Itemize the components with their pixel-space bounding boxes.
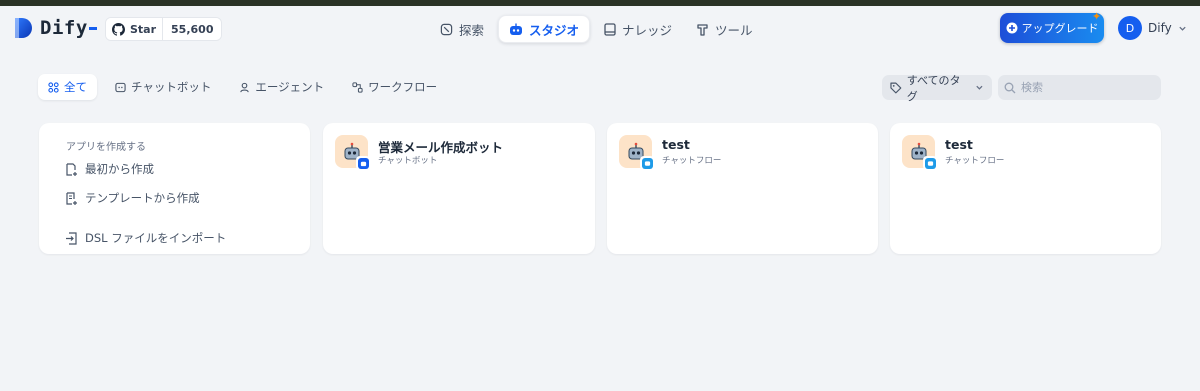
- app-name: test: [662, 137, 690, 152]
- nav-studio[interactable]: スタジオ: [498, 15, 591, 43]
- create-from-template-label: テンプレートから作成: [85, 191, 200, 205]
- app-type-badge: [640, 156, 654, 170]
- tab-all-label: 全て: [64, 80, 87, 94]
- robot-icon: [510, 23, 523, 35]
- top-header: Dify Star 55,600 探索 スタジオ ナレッジ ツール アップグレー…: [0, 6, 1200, 50]
- chatflow-badge-icon: [927, 160, 933, 166]
- github-star-label: Star: [130, 22, 157, 36]
- app-card[interactable]: test チャットフロー: [607, 123, 878, 254]
- book-icon: [604, 22, 616, 36]
- create-from-blank-label: 最初から作成: [85, 162, 154, 176]
- create-app-card: アプリを作成する 最初から作成 テンプレートから作成 DSL ファイルをインポー…: [39, 123, 310, 254]
- brand-name: Dify: [40, 17, 88, 39]
- chevron-down-icon: [976, 85, 983, 90]
- nav-explore[interactable]: 探索: [430, 15, 494, 43]
- tab-workflow-label: ワークフロー: [368, 80, 438, 94]
- workflow-icon: [352, 81, 363, 93]
- sparkle-icon: ✦: [1092, 10, 1102, 23]
- agent-icon: [240, 82, 250, 92]
- app-type-badge: [356, 156, 370, 170]
- tab-all[interactable]: 全て: [38, 74, 97, 100]
- nav-knowledge-label: ナレッジ: [622, 22, 673, 38]
- tab-chatbot[interactable]: チャットボット: [105, 74, 221, 100]
- dify-logo-icon: [15, 18, 32, 38]
- chatbot-badge-icon: [360, 161, 366, 166]
- chevron-down-icon: [1179, 26, 1186, 31]
- import-icon: [66, 231, 77, 245]
- import-dsl-button[interactable]: DSL ファイルをインポート: [65, 230, 226, 246]
- file-plus-icon: [66, 162, 77, 176]
- app-card[interactable]: test チャットフロー: [890, 123, 1161, 254]
- logo-cursor: [88, 26, 97, 30]
- app-name: test: [945, 137, 973, 152]
- search-icon: [1004, 82, 1016, 93]
- nav-studio-label: スタジオ: [529, 22, 580, 38]
- tab-chatbot-label: チャットボット: [131, 80, 212, 94]
- nav-explore-label: 探索: [459, 22, 485, 38]
- search-input[interactable]: [1021, 81, 1151, 94]
- main-nav: 探索 スタジオ ナレッジ ツール: [430, 15, 763, 43]
- tag-filter-dropdown[interactable]: すべてのタグ: [882, 74, 992, 103]
- import-dsl-label: DSL ファイルをインポート: [85, 231, 227, 245]
- avatar: D: [1118, 16, 1142, 40]
- create-from-template-button[interactable]: テンプレートから作成: [65, 190, 200, 206]
- tab-workflow[interactable]: ワークフロー: [342, 74, 447, 100]
- app-card[interactable]: 営業メール作成ボット チャットボット: [323, 123, 595, 254]
- template-icon: [66, 191, 77, 205]
- github-star-button[interactable]: Star 55,600: [105, 17, 223, 41]
- upgrade-button[interactable]: アップグレード: [1000, 13, 1104, 43]
- nav-tools[interactable]: ツール: [686, 15, 763, 43]
- app-type-tabs: 全て チャットボット エージェント ワークフロー: [38, 74, 447, 100]
- search-box: [998, 75, 1161, 100]
- dify-logo[interactable]: Dify: [14, 17, 97, 39]
- app-type: チャットボット: [378, 156, 438, 166]
- app-type-badge: [923, 156, 937, 170]
- plus-circle-icon: [1006, 22, 1017, 34]
- tab-agent[interactable]: エージェント: [229, 74, 334, 100]
- app-type: チャットフロー: [662, 156, 722, 166]
- user-name: Dify: [1148, 21, 1172, 35]
- tag-filter-label: すべてのタグ: [906, 73, 961, 103]
- app-type: チャットフロー: [945, 156, 1005, 166]
- hammer-icon: [697, 23, 708, 36]
- nav-knowledge[interactable]: ナレッジ: [594, 15, 682, 43]
- chatflow-badge-icon: [644, 160, 650, 166]
- tag-icon: [890, 82, 902, 93]
- create-app-title: アプリを作成する: [66, 142, 146, 153]
- upgrade-label: アップグレード: [1021, 22, 1099, 35]
- chat-icon: [115, 82, 126, 92]
- user-menu[interactable]: D Dify: [1118, 16, 1187, 40]
- tab-agent-label: エージェント: [255, 80, 325, 94]
- create-from-blank-button[interactable]: 最初から作成: [65, 161, 154, 177]
- nav-tools-label: ツール: [715, 22, 753, 38]
- github-star-count: 55,600: [162, 18, 222, 40]
- compass-icon: [440, 23, 453, 35]
- github-icon: [112, 22, 125, 36]
- grid-icon: [48, 81, 59, 93]
